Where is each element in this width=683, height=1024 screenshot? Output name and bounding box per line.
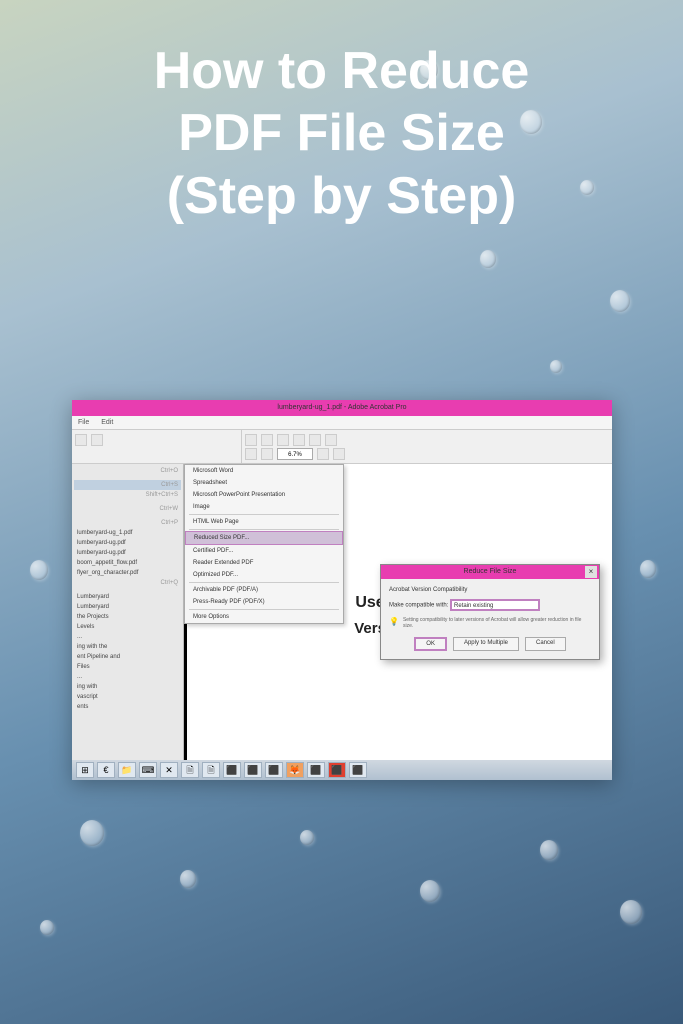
submenu-reduced-size-pdf[interactable]: Reduced Size PDF... [185, 531, 343, 545]
submenu-powerpoint[interactable]: Microsoft PowerPoint Presentation [185, 489, 343, 501]
taskbar-icon[interactable]: ⬛ [223, 762, 241, 778]
reduce-file-size-dialog: Reduce File Size × Acrobat Version Compa… [380, 564, 600, 660]
start-button[interactable]: ⊞ [76, 762, 94, 778]
windows-taskbar: ⊞ € 📁 ⌨ ✕ 🗎 🗎 ⬛ ⬛ ⬛ 🦊 ⬛ ⬛ ⬛ [72, 760, 612, 780]
recent-file[interactable]: boom_appetit_flow.pdf [74, 558, 181, 568]
tool-button[interactable] [277, 434, 289, 446]
taskbar-icon[interactable]: ⬛ [244, 762, 262, 778]
tool-button[interactable] [261, 434, 273, 446]
bookmark-item[interactable]: vascript [74, 692, 181, 702]
ok-button[interactable]: OK [414, 637, 447, 651]
zoom-level[interactable]: 6.7% [277, 448, 313, 460]
tool-button[interactable] [333, 448, 345, 460]
bookmark-item[interactable]: ing with the [74, 642, 181, 652]
tool-button[interactable] [317, 448, 329, 460]
tool-button[interactable] [91, 434, 103, 446]
lightbulb-icon: 💡 [389, 617, 399, 629]
recent-file[interactable]: lumberyard-ug.pdf [74, 538, 181, 548]
menubar: File Edit [72, 416, 612, 430]
recent-file[interactable]: lumberyard-ug_1.pdf [74, 528, 181, 538]
tool-button[interactable] [245, 434, 257, 446]
combo-label: Make compatible with: [389, 603, 448, 609]
separator [189, 609, 339, 610]
taskbar-icon[interactable]: ⬛ [265, 762, 283, 778]
bookmark-item[interactable]: ... [74, 632, 181, 642]
taskbar-icon[interactable]: ⬛ [328, 762, 346, 778]
submenu-html[interactable]: HTML Web Page [185, 516, 343, 528]
tool-button[interactable] [309, 434, 321, 446]
taskbar-icon[interactable]: 🗎 [181, 762, 199, 778]
menu-item-save-as[interactable]: Ctrl+S [74, 480, 181, 490]
file-menu-panel: Ctrl+O Ctrl+S Shift+Ctrl+S Ctrl+W Ctrl+P… [72, 464, 184, 760]
separator [189, 514, 339, 515]
tool-button[interactable] [325, 434, 337, 446]
app-screenshot: lumberyard-ug_1.pdf - Adobe Acrobat Pro … [72, 400, 612, 780]
bookmark-item[interactable]: Lumberyard [74, 602, 181, 612]
tool-button[interactable] [293, 434, 305, 446]
hint-row: 💡 Setting compatibility to later version… [389, 617, 591, 629]
taskbar-icon[interactable]: 📁 [118, 762, 136, 778]
apply-multiple-button[interactable]: Apply to Multiple [453, 637, 519, 651]
submenu-pdfa[interactable]: Archivable PDF (PDF/A) [185, 584, 343, 596]
compatibility-dropdown[interactable]: Retain existing [450, 599, 540, 611]
nav-next[interactable] [261, 448, 273, 460]
taskbar-icon[interactable]: ⬛ [349, 762, 367, 778]
menu-file[interactable]: File [78, 419, 89, 426]
taskbar-icon[interactable]: 🦊 [286, 762, 304, 778]
hint-text: Setting compatibility to later versions … [403, 617, 591, 629]
save-as-submenu: Microsoft Word Spreadsheet Microsoft Pow… [184, 464, 344, 624]
submenu-pdfx[interactable]: Press-Ready PDF (PDF/X) [185, 596, 343, 608]
section-label: Acrobat Version Compatibility [389, 587, 591, 593]
window-titlebar[interactable]: lumberyard-ug_1.pdf - Adobe Acrobat Pro [72, 400, 612, 416]
bookmark-item[interactable]: ent Pipeline and [74, 652, 181, 662]
nav-prev[interactable] [245, 448, 257, 460]
bookmark-item[interactable]: ... [74, 672, 181, 682]
submenu-certified-pdf[interactable]: Certified PDF... [185, 545, 343, 557]
taskbar-icon[interactable]: 🗎 [202, 762, 220, 778]
page-title: How to Reduce PDF File Size (Step by Ste… [0, 40, 683, 227]
menu-item[interactable]: Ctrl+P [74, 518, 181, 528]
menu-item[interactable]: Ctrl+O [74, 466, 181, 476]
toolbar: 6.7% [72, 430, 612, 464]
recent-file[interactable]: lumberyard-ug.pdf [74, 548, 181, 558]
recent-file[interactable]: flyer_org_character.pdf [74, 568, 181, 578]
bookmark-item[interactable]: Levels [74, 622, 181, 632]
separator [189, 582, 339, 583]
submenu-spreadsheet[interactable]: Spreadsheet [185, 477, 343, 489]
tool-button[interactable] [75, 434, 87, 446]
menu-item[interactable]: Shift+Ctrl+S [74, 490, 181, 500]
bookmark-item[interactable]: Lumberyard [74, 592, 181, 602]
taskbar-icon[interactable]: ✕ [160, 762, 178, 778]
taskbar-icon[interactable]: ⬛ [307, 762, 325, 778]
bookmark-item[interactable]: ents [74, 702, 181, 712]
bookmark-item[interactable]: Files [74, 662, 181, 672]
submenu-word[interactable]: Microsoft Word [185, 465, 343, 477]
menu-edit[interactable]: Edit [101, 419, 113, 426]
separator [189, 529, 339, 530]
taskbar-icon[interactable]: ⌨ [139, 762, 157, 778]
menu-item[interactable]: Ctrl+W [74, 504, 181, 514]
close-icon[interactable]: × [585, 566, 597, 578]
cancel-button[interactable]: Cancel [525, 637, 566, 651]
submenu-reader-extended[interactable]: Reader Extended PDF [185, 557, 343, 569]
taskbar-icon[interactable]: € [97, 762, 115, 778]
submenu-more-options[interactable]: More Options [185, 611, 343, 623]
bookmark-item[interactable]: the Projects [74, 612, 181, 622]
menu-item[interactable]: Ctrl+Q [74, 578, 181, 588]
dialog-titlebar[interactable]: Reduce File Size × [381, 565, 599, 579]
submenu-image[interactable]: Image [185, 501, 343, 513]
bookmark-item[interactable]: ing with [74, 682, 181, 692]
submenu-optimized-pdf[interactable]: Optimized PDF... [185, 569, 343, 581]
